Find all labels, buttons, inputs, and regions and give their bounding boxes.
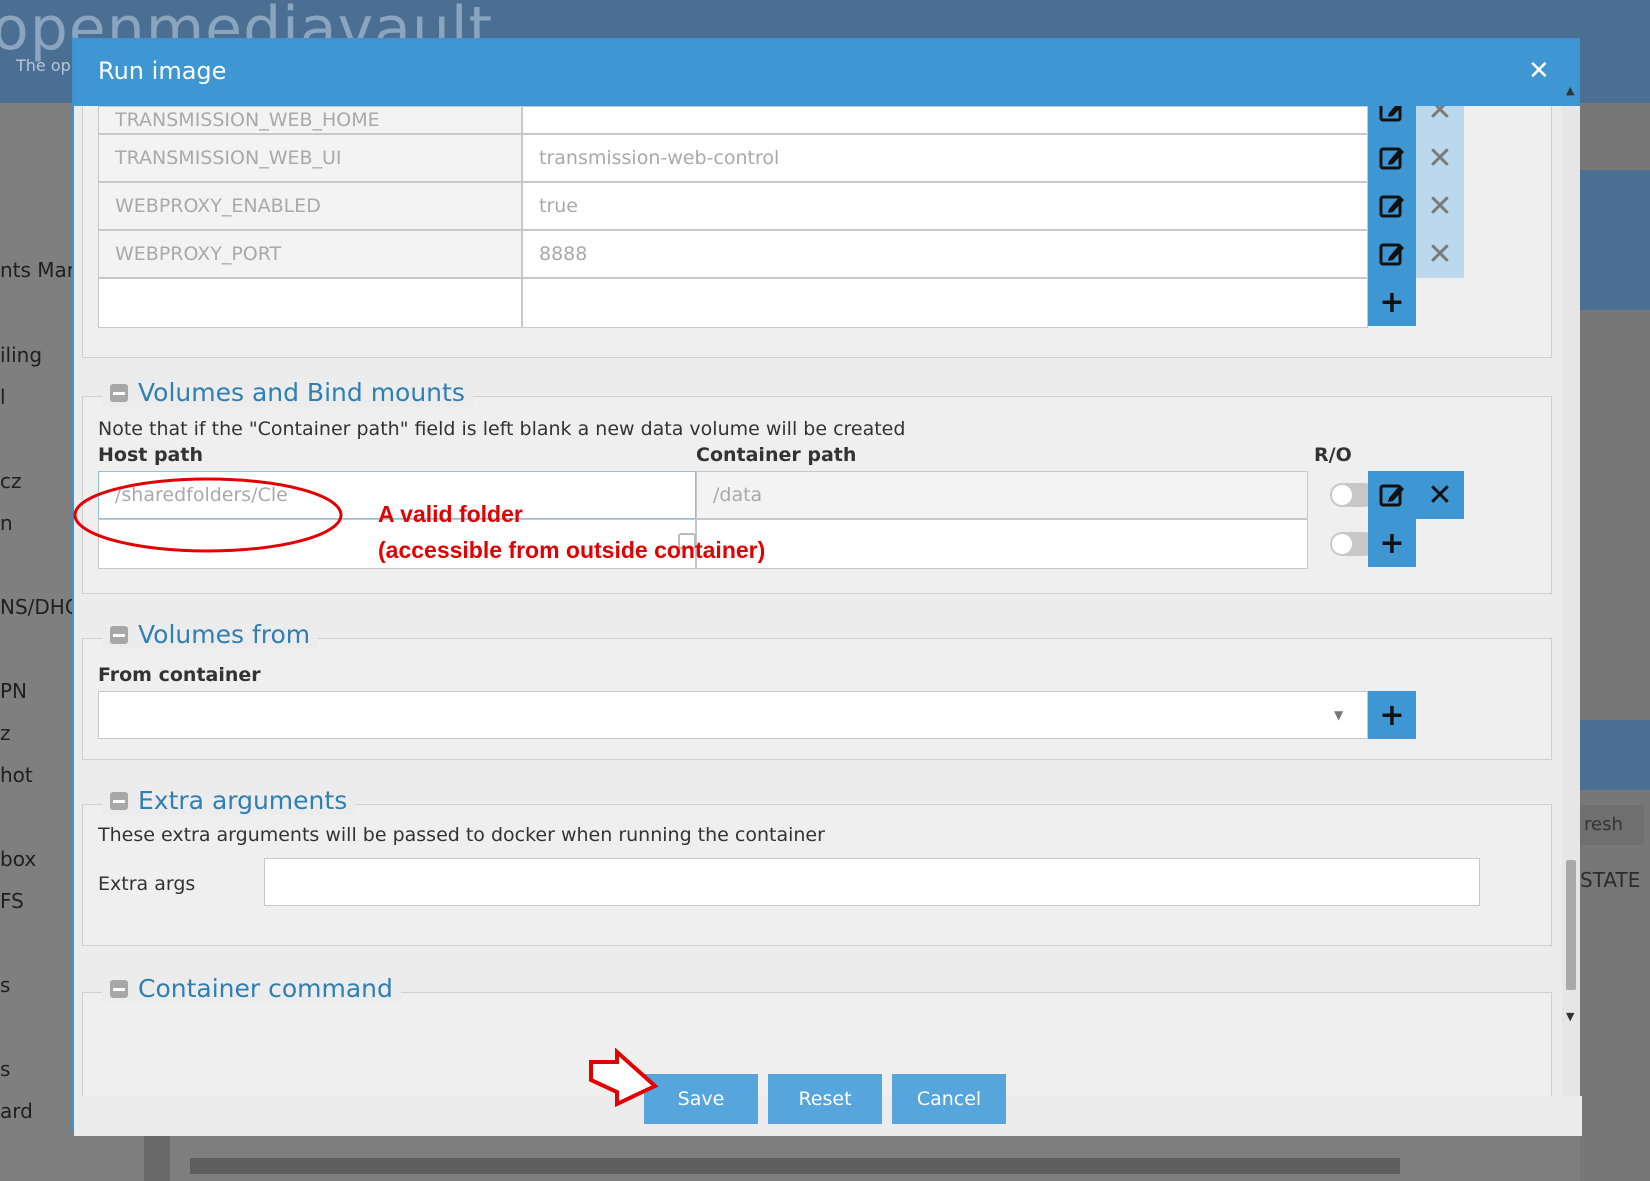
annotation-arrow-icon: [589, 1047, 659, 1108]
annotation-text-line1: A valid folder: [378, 501, 523, 527]
annotation-circle: [73, 477, 343, 553]
annotation-text-line2: (accessible from outside container): [378, 537, 766, 563]
annotation-overlay: [73, 477, 659, 1108]
